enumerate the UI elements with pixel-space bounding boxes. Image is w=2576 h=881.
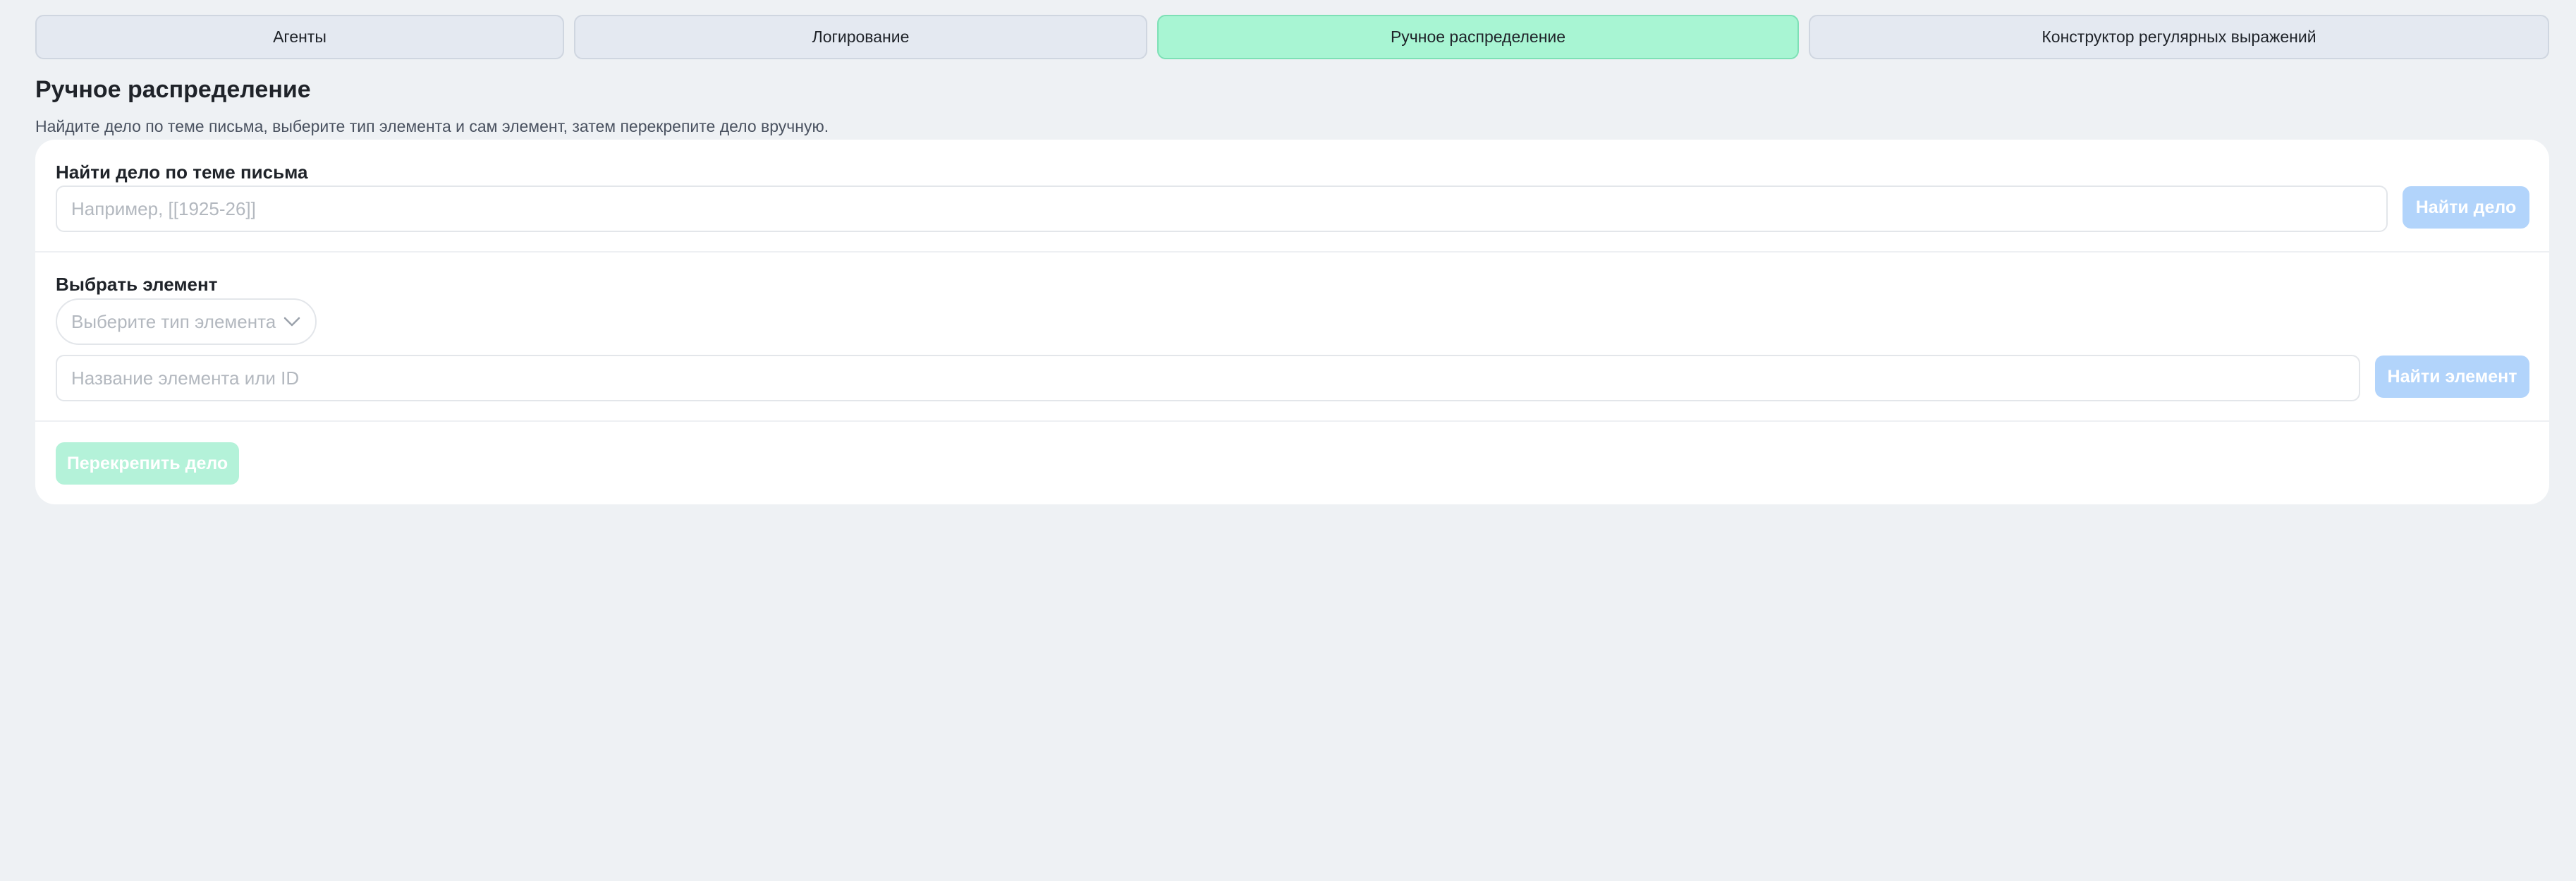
tab-regex-builder[interactable]: Конструктор регулярных выражений <box>1809 15 2549 59</box>
select-element-label: Выбрать элемент <box>56 274 218 295</box>
tab-logging[interactable]: Логирование <box>574 15 1147 59</box>
manual-distribution-card: Найти дело по теме письма Найти дело Выб… <box>35 140 2549 504</box>
page-description: Найдите дело по теме письма, выберите ти… <box>35 117 829 135</box>
case-subject-input[interactable] <box>56 186 2388 232</box>
reassign-case-button[interactable]: Перекрепить дело <box>56 442 239 485</box>
element-name-input[interactable] <box>56 355 2360 401</box>
find-case-label: Найти дело по теме письма <box>56 162 308 183</box>
element-type-select[interactable]: Выберите тип элемента <box>56 298 317 345</box>
find-case-button[interactable]: Найти дело <box>2403 186 2529 229</box>
chevron-down-icon <box>283 312 301 331</box>
find-element-button[interactable]: Найти элемент <box>2375 356 2529 398</box>
page-title: Ручное распределение <box>35 76 311 103</box>
section-divider <box>35 251 2549 253</box>
element-type-placeholder: Выберите тип элемента <box>71 310 276 332</box>
section-divider <box>35 420 2549 422</box>
tab-manual-distribution[interactable]: Ручное распределение <box>1157 15 1799 59</box>
tab-agents[interactable]: Агенты <box>35 15 564 59</box>
tab-bar: Агенты Логирование Ручное распределение … <box>35 15 2549 59</box>
